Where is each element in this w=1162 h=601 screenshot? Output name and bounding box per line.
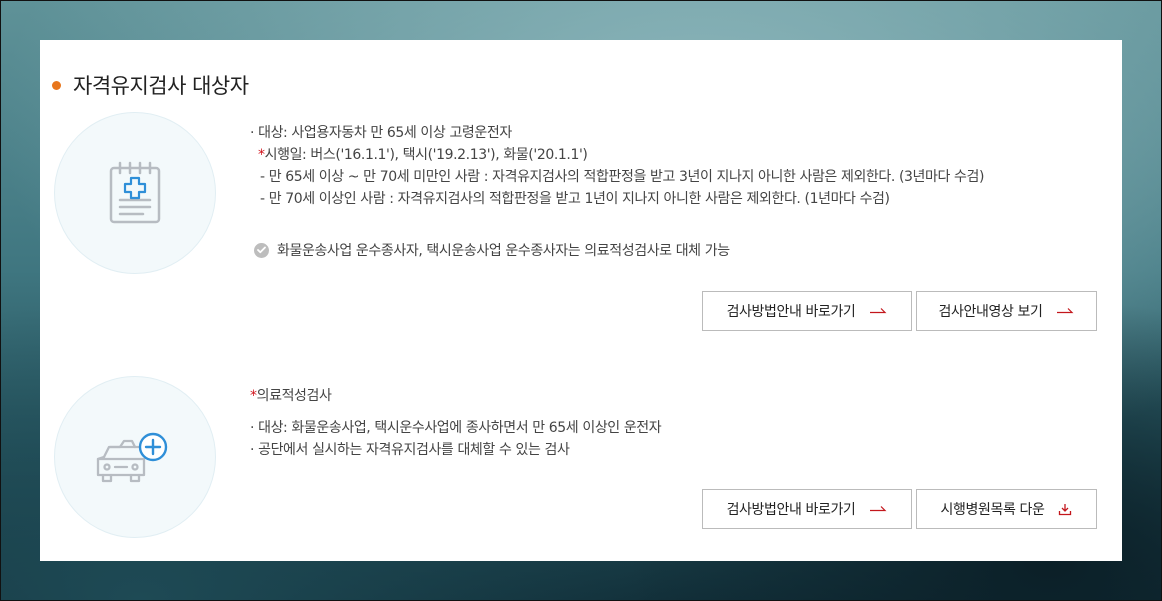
effective-date-line: *시행일: 버스('16.1.1'), 택시('19.2.13'), 화물('2… xyxy=(250,144,984,166)
exam-video-button[interactable]: 검사안내영상 보기 xyxy=(916,291,1097,331)
rule-line-2: - 만 70세 이상인 사람 : 자격유지검사의 적합판정을 받고 1년이 지나… xyxy=(260,191,890,207)
check-circle-icon xyxy=(254,242,269,258)
rule-line-1: - 만 65세 이상 ~ 만 70세 미만인 사람 : 자격유지검사의 적합판정… xyxy=(260,169,985,185)
target-line: · 대상: 사업용자동차 만 65세 이상 고령운전자 xyxy=(250,125,512,141)
download-icon xyxy=(1058,503,1072,516)
substitute-note: 화물운송사업 운수종사자, 택시운송사업 운수종사자는 의료적성검사로 대체 가… xyxy=(254,240,730,260)
exam-method-guide-button-2[interactable]: 검사방법안내 바로가기 xyxy=(702,489,912,529)
required-mark: * xyxy=(250,388,257,404)
exam-video-label: 검사안내영상 보기 xyxy=(938,304,1043,320)
target-info-block: · 대상: 사업용자동차 만 65세 이상 고령운전자 *시행일: 버스('16… xyxy=(250,122,984,210)
hospital-list-download-button[interactable]: 시행병원목록 다운 xyxy=(916,489,1097,529)
arrow-right-icon xyxy=(869,307,887,315)
arrow-right-icon xyxy=(1056,307,1074,315)
notepad-medical-icon xyxy=(109,161,161,224)
notepad-circle xyxy=(54,112,216,274)
effective-date-text: 시행일: 버스('16.1.1'), 택시('19.2.13'), 화물('20… xyxy=(264,147,588,163)
exam-method-guide-label: 검사방법안내 바로가기 xyxy=(726,502,856,518)
bullet-dot-icon xyxy=(52,80,61,90)
medical-exam-block: *의료적성검사 · 대상: 화물운송사업, 택시운수사업에 종사하면서 만 65… xyxy=(250,385,662,461)
content-panel: 자격유지검사 대상자 · 대상: 사업용자동차 만 65세 이상 고령운전자 *… xyxy=(40,40,1122,561)
section-title-text: 자격유지검사 대상자 xyxy=(73,74,249,98)
exam-method-guide-label: 검사방법안내 바로가기 xyxy=(726,304,856,320)
medical-substitute-line: · 공단에서 실시하는 자격유지검사를 대체할 수 있는 검사 xyxy=(250,442,570,458)
substitute-note-text: 화물운송사업 운수종사자, 택시운송사업 운수종사자는 의료적성검사로 대체 가… xyxy=(277,243,730,259)
hospital-list-download-label: 시행병원목록 다운 xyxy=(940,502,1045,518)
section-title: 자격유지검사 대상자 xyxy=(52,70,249,100)
taxi-circle xyxy=(54,376,216,538)
exam-method-guide-button[interactable]: 검사방법안내 바로가기 xyxy=(702,291,912,331)
taxi-plus-icon xyxy=(96,432,168,483)
arrow-right-icon xyxy=(869,505,887,513)
medical-exam-title-text: 의료적성검사 xyxy=(256,388,332,404)
medical-target-line: · 대상: 화물운송사업, 택시운수사업에 종사하면서 만 65세 이상인 운전… xyxy=(250,420,662,436)
required-mark: * xyxy=(258,147,265,163)
medical-exam-title: *의료적성검사 xyxy=(250,385,661,407)
